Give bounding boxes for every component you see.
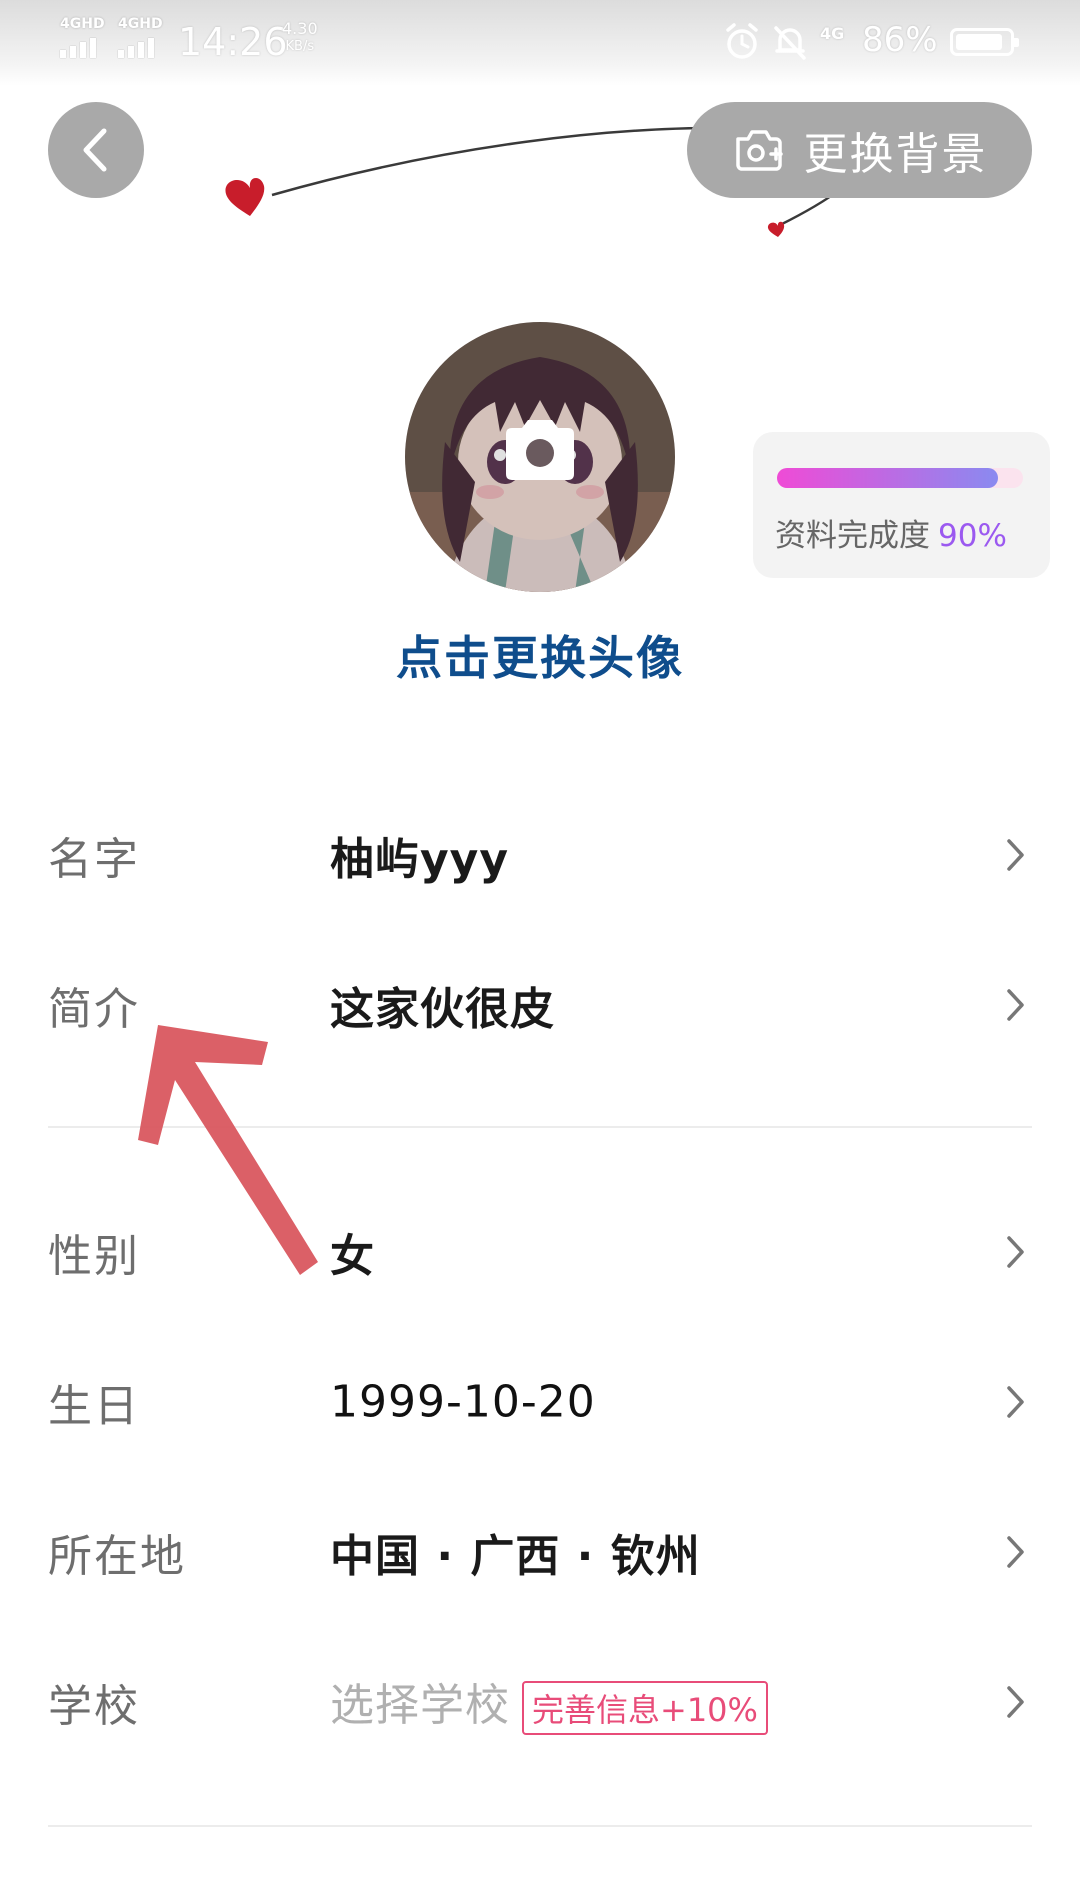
row-label: 学校 bbox=[48, 1681, 140, 1732]
signal-icon: 4GHD bbox=[60, 16, 105, 58]
network-type-label: 4GHD bbox=[118, 16, 163, 32]
change-background-button[interactable]: 更换背景 bbox=[687, 102, 1032, 198]
network-speed: 4.30 KB/s bbox=[282, 20, 318, 56]
bonus-badge: 完善信息+10% bbox=[522, 1681, 768, 1735]
camera-icon bbox=[506, 420, 574, 480]
profile-row-school[interactable]: 学校 选择学校 完善信息+10% bbox=[0, 1627, 1080, 1777]
row-value: 柚屿yyy bbox=[330, 834, 510, 885]
completeness-progress-fill bbox=[777, 468, 999, 488]
profile-row-name[interactable]: 名字 柚屿yyy bbox=[0, 780, 1080, 930]
row-label: 简介 bbox=[48, 984, 140, 1035]
completeness-label: 资料完成度 bbox=[775, 518, 930, 554]
chevron-right-icon bbox=[1007, 1386, 1024, 1418]
chevron-right-icon bbox=[1007, 1686, 1024, 1718]
school-placeholder: 选择学校 bbox=[330, 1680, 510, 1731]
row-value: 中国 · 广西 · 钦州 bbox=[330, 1531, 701, 1582]
completeness-percent: 90% bbox=[938, 518, 1007, 554]
alarm-icon bbox=[726, 23, 758, 59]
section-divider bbox=[48, 1126, 1032, 1128]
profile-row-location[interactable]: 所在地 中国 · 广西 · 钦州 bbox=[0, 1477, 1080, 1627]
chevron-right-icon bbox=[1007, 839, 1024, 871]
change-avatar-link[interactable]: 点击更换头像 bbox=[340, 622, 740, 688]
row-value: 1999-10-20 bbox=[330, 1376, 596, 1428]
row-value: 女 bbox=[330, 1231, 375, 1282]
completeness-progress-bar bbox=[777, 468, 1023, 488]
chevron-left-icon bbox=[83, 128, 107, 172]
battery-percent: 86% bbox=[862, 20, 938, 60]
chevron-right-icon bbox=[1007, 989, 1024, 1021]
profile-row-bio[interactable]: 简介 这家伙很皮 bbox=[0, 930, 1080, 1080]
speed-unit: KB/s bbox=[285, 39, 315, 54]
row-value: 选择学校 完善信息+10% bbox=[330, 1669, 768, 1735]
mute-bell-icon bbox=[774, 26, 806, 60]
battery-icon bbox=[950, 28, 1019, 56]
profile-row-birthday[interactable]: 生日 1999-10-20 bbox=[0, 1327, 1080, 1477]
status-bar: 4GHD 4GHD 14:26 4.30 KB/s 4G 86% bbox=[0, 0, 1080, 86]
row-label: 名字 bbox=[48, 834, 140, 885]
chevron-right-icon bbox=[1007, 1536, 1024, 1568]
signal-icon: 4GHD bbox=[118, 16, 163, 58]
row-label: 生日 bbox=[48, 1381, 140, 1432]
back-button[interactable] bbox=[48, 102, 144, 198]
row-label: 所在地 bbox=[48, 1531, 186, 1582]
profile-completeness-card[interactable]: 资料完成度 90% bbox=[753, 432, 1050, 578]
profile-row-gender[interactable]: 性别 女 bbox=[0, 1177, 1080, 1327]
row-value: 这家伙很皮 bbox=[330, 984, 555, 1035]
section-divider bbox=[48, 1825, 1032, 1827]
clock: 14:26 bbox=[178, 20, 288, 64]
network-type-label: 4G bbox=[820, 24, 845, 43]
camera-add-icon bbox=[735, 130, 783, 171]
network-type-label: 4GHD bbox=[60, 16, 105, 32]
row-label: 性别 bbox=[48, 1231, 140, 1282]
chevron-right-icon bbox=[1007, 1236, 1024, 1268]
change-background-label: 更换背景 bbox=[803, 129, 988, 180]
completeness-label-row: 资料完成度 90% bbox=[775, 510, 1007, 555]
speed-value: 4.30 bbox=[282, 19, 318, 38]
